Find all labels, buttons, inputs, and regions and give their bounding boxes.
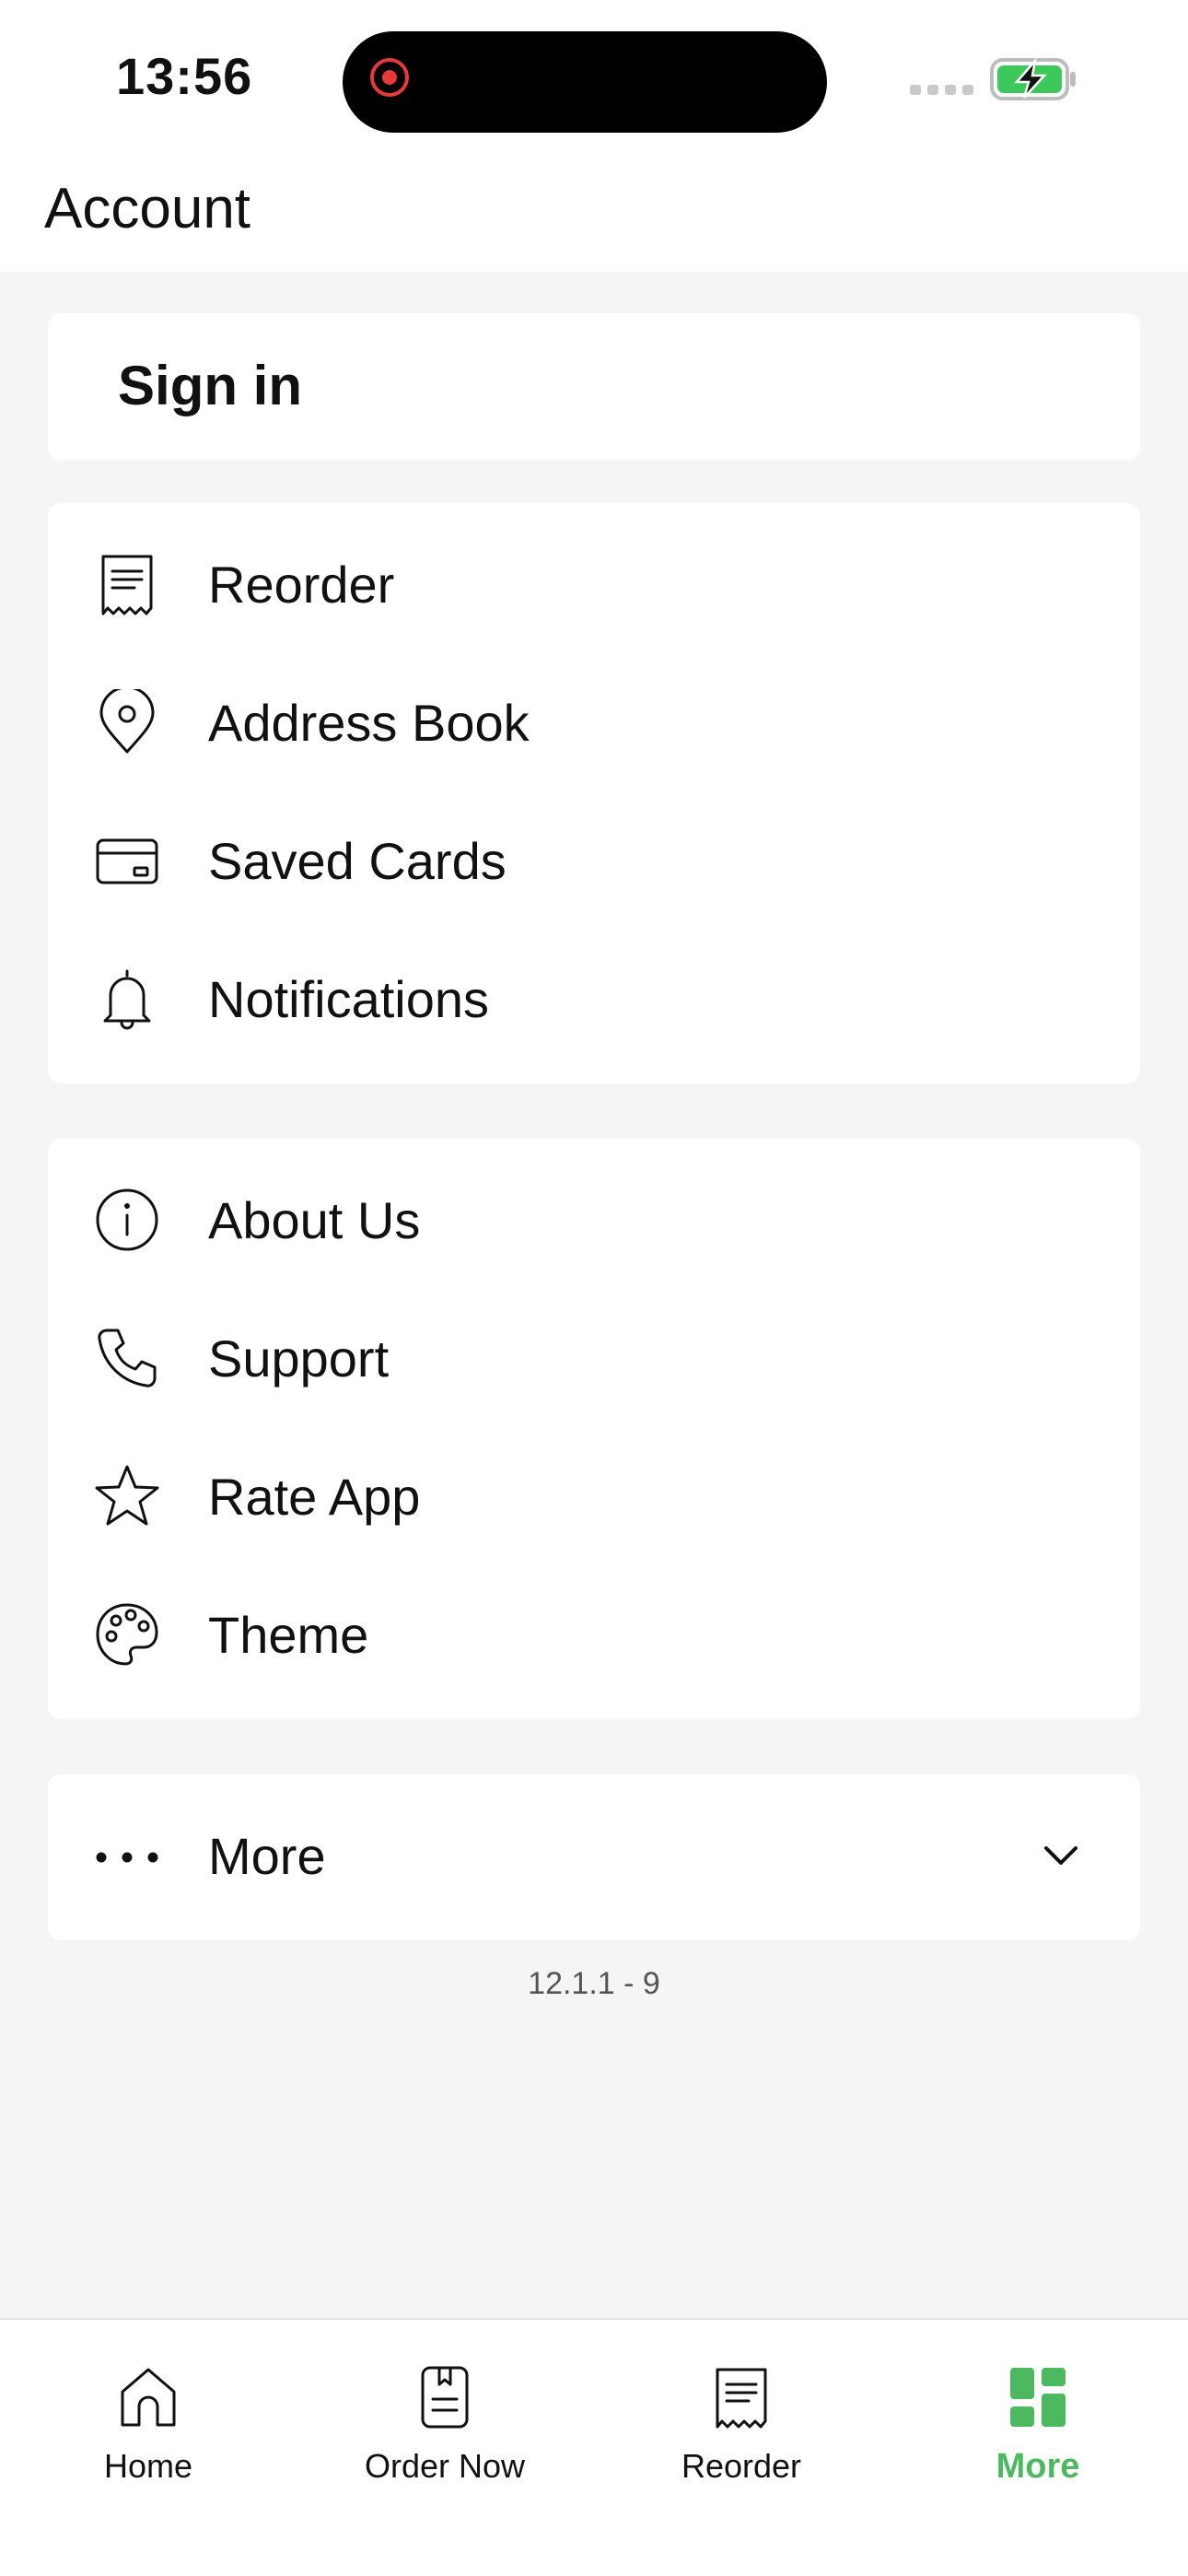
- more-label: More: [208, 1827, 326, 1885]
- status-time: 13:56: [116, 47, 253, 105]
- menu-item-rate-app[interactable]: Rate App: [48, 1426, 1140, 1564]
- battery-charging-icon: [989, 56, 1077, 106]
- info-icon: [94, 1187, 160, 1253]
- page-title: Account: [44, 177, 251, 240]
- menu-item-label: Saved Cards: [208, 832, 507, 890]
- account-menu-group: Reorder Address Book Saved Cards Notific…: [48, 503, 1140, 1083]
- receipt-icon: [708, 2364, 775, 2430]
- app-version: 12.1.1 - 9: [528, 1966, 660, 2001]
- menu-book-icon: [412, 2364, 478, 2430]
- tab-label: Reorder: [681, 2447, 802, 2485]
- tab-label: Home: [103, 2447, 193, 2485]
- menu-item-support[interactable]: Support: [48, 1288, 1140, 1426]
- menu-item-label: Reorder: [208, 556, 395, 614]
- more-dropdown[interactable]: More: [48, 1774, 1140, 1940]
- menu-item-label: Address Book: [208, 694, 530, 752]
- menu-item-label: Support: [208, 1329, 390, 1388]
- credit-card-icon: [94, 827, 160, 894]
- menu-item-notifications[interactable]: Notifications: [48, 929, 1140, 1067]
- sign-in-label: Sign in: [118, 355, 302, 416]
- sign-in-button[interactable]: Sign in: [48, 313, 1140, 461]
- menu-item-address-book[interactable]: Address Book: [48, 652, 1140, 790]
- bell-icon: [94, 966, 160, 1032]
- more-row[interactable]: More: [48, 1774, 1140, 1940]
- palette-icon: [94, 1601, 160, 1668]
- tab-more[interactable]: More: [890, 2320, 1186, 2504]
- tab-label: Order Now: [364, 2447, 526, 2485]
- receipt-icon: [94, 551, 160, 617]
- menu-item-label: Notifications: [208, 970, 490, 1028]
- menu-item-label: Theme: [208, 1606, 369, 1664]
- menu-item-theme[interactable]: Theme: [48, 1564, 1140, 1703]
- menu-item-reorder[interactable]: Reorder: [48, 514, 1140, 652]
- cellular-signal-icon: [910, 85, 973, 95]
- bottom-tab-bar: Home Order Now Reorder More: [0, 2318, 1188, 2576]
- tab-reorder[interactable]: Reorder: [593, 2320, 890, 2504]
- home-icon: [115, 2364, 181, 2430]
- tab-order-now[interactable]: Order Now: [297, 2320, 593, 2504]
- menu-item-about-us[interactable]: About Us: [48, 1150, 1140, 1288]
- dynamic-island: [343, 31, 827, 133]
- screen-recording-icon: [370, 58, 409, 97]
- tab-home[interactable]: Home: [0, 2320, 297, 2504]
- star-icon: [94, 1463, 160, 1529]
- chevron-down-icon: [1035, 1830, 1087, 1881]
- ellipsis-icon: [94, 1824, 160, 1891]
- menu-item-label: About Us: [208, 1191, 421, 1249]
- info-menu-group: About Us Support Rate App Theme: [48, 1139, 1140, 1719]
- menu-item-label: Rate App: [208, 1468, 421, 1526]
- menu-item-saved-cards[interactable]: Saved Cards: [48, 790, 1140, 929]
- grid-icon: [1005, 2364, 1071, 2430]
- page-header: Account: [0, 161, 1188, 272]
- phone-icon: [94, 1325, 160, 1391]
- tab-label: More: [996, 2447, 1080, 2486]
- status-bar: 13:56: [0, 0, 1188, 161]
- location-pin-icon: [94, 689, 160, 755]
